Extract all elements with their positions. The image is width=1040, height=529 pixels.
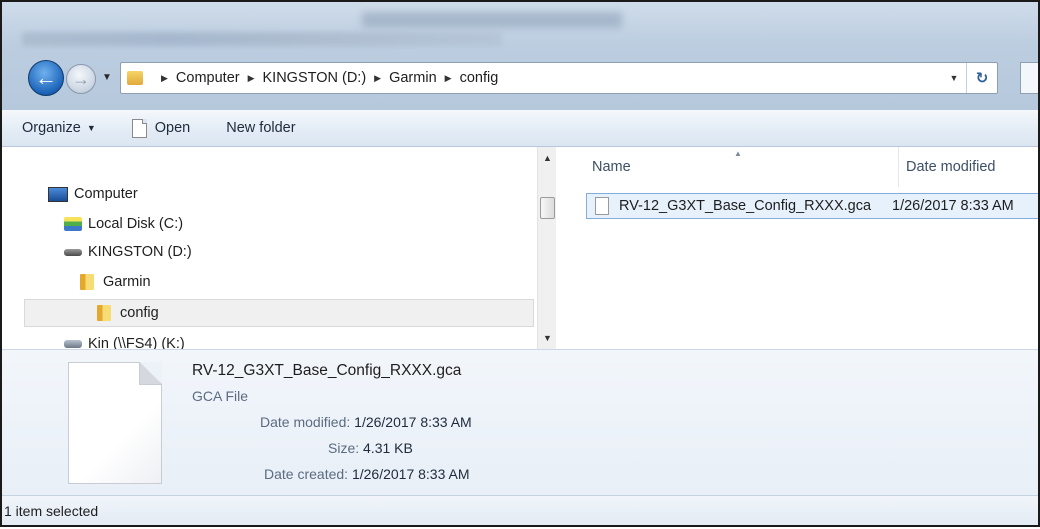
organize-button[interactable]: Organize ▼ [22,120,96,136]
details-size: Size: 4.31 KB [328,440,413,456]
tree-item-local-disk[interactable]: Local Disk (C:) [64,213,183,235]
usb-drive-icon [64,248,82,256]
scroll-down-icon[interactable]: ▼ [543,333,552,343]
details-file-type: GCA File [192,388,249,404]
chevron-right-icon[interactable]: ▶ [445,73,452,84]
breadcrumb-config[interactable]: config [460,70,499,86]
details-date-modified: Date modified: 1/26/2017 8:33 AM [260,414,472,430]
window-chrome: ← → ▼ ▶ Computer ▶ KINGSTON (D:) ▶ Garmi… [2,2,1038,110]
blurred-breadcrumb-strip [22,32,502,46]
status-bar: 1 item selected [2,495,1038,525]
file-row[interactable]: RV-12_G3XT_Base_Config_RXXX.gca 1/26/201… [586,193,1038,219]
breadcrumb: ▶ Computer ▶ KINGSTON (D:) ▶ Garmin ▶ co… [153,70,498,86]
details-date-created: Date created: 1/26/2017 8:33 AM [264,466,470,482]
column-header-label: Date modified [906,159,996,175]
file-name: RV-12_G3XT_Base_Config_RXXX.gca [619,198,872,214]
scrollbar-thumb[interactable] [540,197,555,219]
search-input[interactable] [1020,62,1038,94]
column-header-name[interactable]: Name [592,147,631,187]
explorer-window: ← → ▼ ▶ Computer ▶ KINGSTON (D:) ▶ Garmi… [0,0,1040,527]
chevron-down-icon: ▼ [86,123,96,133]
sort-ascending-icon: ▲ [734,149,742,158]
refresh-icon: ↻ [975,70,989,87]
detail-label: Date modified: [260,414,351,430]
breadcrumb-garmin[interactable]: Garmin [389,70,437,86]
open-label: Open [154,120,191,136]
status-text: 1 item selected [4,502,99,519]
back-arrow-icon: ← [35,65,57,90]
details-pane: RV-12_G3XT_Base_Config_RXXX.gca GCA File… [2,349,1038,497]
tree-item-kingston[interactable]: KINGSTON (D:) [64,241,192,263]
document-icon [131,118,147,138]
chevron-right-icon[interactable]: ▶ [161,73,168,84]
detail-value: 4.31 KB [363,440,413,456]
breadcrumb-computer[interactable]: Computer [176,70,240,86]
chevron-right-icon[interactable]: ▶ [374,73,381,84]
folder-icon [97,305,111,321]
column-header-label: Name [592,159,631,175]
detail-value: 1/26/2017 8:33 AM [354,414,472,430]
new-folder-label: New folder [226,120,296,136]
tree-item-label: Kin (\\FS4) (K:) [88,336,185,349]
refresh-button[interactable]: ↻ [966,63,997,93]
tree-item-computer[interactable]: Computer [48,183,138,205]
computer-icon [48,186,68,202]
tree-item-label: Local Disk (C:) [88,216,184,232]
address-history-dropdown[interactable]: ▼ [942,73,966,83]
file-date-modified: 1/26/2017 8:33 AM [892,198,1014,214]
breadcrumb-kingston[interactable]: KINGSTON (D:) [263,70,367,86]
command-toolbar: Organize ▼ Open New folder [2,110,1038,147]
tree-item-network-drive[interactable]: Kin (\\FS4) (K:) [64,333,185,349]
column-divider[interactable] [898,147,899,187]
new-folder-button[interactable]: New folder [226,120,295,136]
recent-pages-dropdown[interactable]: ▼ [102,72,112,83]
open-button[interactable]: Open [131,118,191,138]
navigation-pane: Computer Local Disk (C:) KINGSTON (D:) G… [2,147,556,349]
detail-label: Size: [328,440,360,456]
scroll-up-icon[interactable]: ▲ [543,153,552,163]
tree-item-label: config [120,305,159,321]
detail-value: 1/26/2017 8:33 AM [351,466,470,482]
navigation-bar: ← → ▼ ▶ Computer ▶ KINGSTON (D:) ▶ Garmi… [2,56,1038,102]
tree-item-label: Garmin [103,274,151,290]
local-disk-icon [64,217,82,231]
tree-item-label: KINGSTON (D:) [88,244,192,260]
tree-item-config[interactable]: config [24,299,534,327]
file-thumbnail-icon [68,362,162,484]
window-title-blurred [362,12,622,28]
address-bar[interactable]: ▶ Computer ▶ KINGSTON (D:) ▶ Garmin ▶ co… [120,62,998,94]
file-icon [595,197,609,215]
forward-arrow-icon: → [72,68,90,89]
details-file-name: RV-12_G3XT_Base_Config_RXXX.gca [192,362,462,379]
column-header-date-modified[interactable]: Date modified [906,147,995,187]
tree-item-label: Computer [74,186,138,202]
folder-icon [127,71,143,85]
tree-item-garmin[interactable]: Garmin [80,271,151,293]
forward-button[interactable]: → [66,64,96,94]
back-button[interactable]: ← [28,60,64,96]
navigation-scrollbar[interactable]: ▲ ▼ [537,147,556,349]
folder-icon [80,274,94,290]
detail-label: Date created: [264,466,349,482]
chevron-right-icon[interactable]: ▶ [248,73,255,84]
organize-label: Organize [22,120,81,136]
file-list-pane: Name ▲ Date modified RV-12_G3XT_Base_Con… [558,147,1038,349]
network-drive-icon [64,340,82,348]
